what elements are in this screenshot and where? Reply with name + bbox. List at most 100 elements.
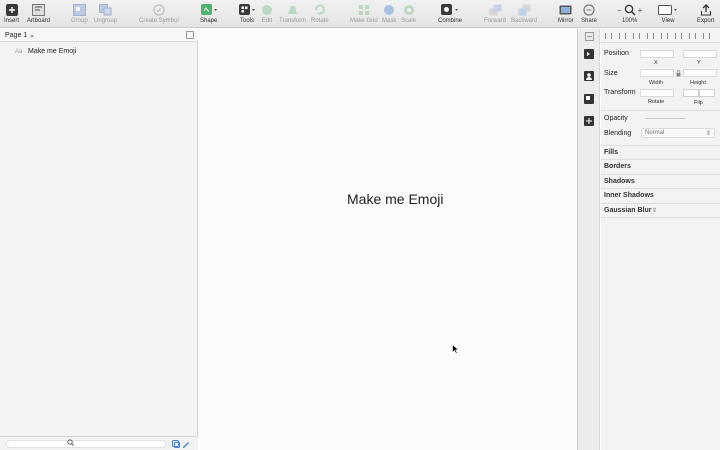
flip-vertical-button[interactable] (699, 89, 715, 97)
height-label: Height (690, 80, 706, 86)
opacity-label: Opacity (604, 115, 628, 122)
layers-panel: Page 1 ⌄ Aa Make me Emoji (0, 29, 198, 450)
artboard-label: Artboard (27, 18, 51, 24)
share-icon (583, 4, 595, 16)
align-top-icon[interactable] (661, 33, 668, 39)
inspector-tab-user[interactable] (583, 70, 595, 81)
rotate-label: Rotate (311, 18, 329, 24)
edit-label: Edit (261, 18, 273, 24)
forward-button[interactable]: Forward (484, 3, 506, 24)
mask-label: Mask (382, 18, 397, 24)
align-center-icon[interactable] (619, 33, 626, 39)
width-label: Width (649, 80, 664, 86)
layer-item[interactable]: Aa Make me Emoji (0, 46, 198, 57)
shape-icon (200, 4, 217, 15)
inspector-tab-layout[interactable] (583, 115, 595, 126)
width-input[interactable] (640, 69, 674, 77)
rotate-input[interactable] (640, 89, 674, 97)
blending-label: Blending (604, 130, 632, 137)
pages-toggle-button[interactable] (186, 31, 194, 39)
mirror-label: Mirror (558, 18, 574, 24)
tools-button[interactable]: Tools (239, 3, 255, 24)
x-label: X (654, 60, 658, 66)
make-grid-button[interactable]: Make Grid (350, 3, 378, 24)
layout-icon (584, 115, 594, 126)
edit-button[interactable]: Edit (261, 3, 273, 24)
fills-label: Fills (604, 149, 619, 156)
text-layer-icon: Aa (15, 48, 23, 55)
distribute-horizontal-icon[interactable] (647, 33, 654, 39)
rotate-button[interactable]: Rotate (311, 3, 329, 24)
position-x-input[interactable] (640, 50, 674, 58)
edit-filter-icon[interactable] (182, 440, 190, 450)
borders-section[interactable]: Borders (601, 159, 720, 173)
page-selector[interactable]: Page 1 ⌄ (5, 31, 35, 39)
inspector-tab-bar (577, 29, 600, 450)
insert-label: Insert (4, 18, 20, 24)
search-icon (67, 439, 74, 448)
fills-section[interactable]: Fills (601, 145, 720, 159)
distribute-vertical-icon[interactable] (703, 33, 710, 39)
backward-label: Backward (511, 18, 538, 24)
inspector-style-icon (584, 32, 594, 41)
inner-shadows-section[interactable]: Inner Shadows (601, 188, 720, 202)
blending-select[interactable]: Normal ⇕ (641, 128, 715, 138)
opacity-slider[interactable] (645, 118, 685, 119)
chevron-updown-icon: ⇕ (652, 208, 658, 214)
magnifier-icon (624, 4, 636, 16)
inspector-tab-style[interactable] (583, 31, 595, 42)
artboard-button[interactable]: Artboard (27, 3, 50, 24)
page-name: Page 1 (5, 32, 28, 39)
group-button[interactable]: Group (71, 3, 88, 24)
symbols-filter-icon[interactable] (172, 440, 180, 450)
align-left-icon[interactable] (605, 33, 612, 39)
insert-button[interactable]: Insert (4, 3, 19, 24)
canvas-text-layer[interactable]: Make me Emoji (347, 191, 443, 207)
align-middle-icon[interactable] (675, 33, 682, 39)
inspector-tab-library[interactable] (583, 93, 595, 104)
transform-button[interactable]: Transform (279, 3, 306, 24)
group-label: Group (71, 18, 88, 24)
align-bottom-icon[interactable] (689, 33, 696, 39)
flip-label: Flip (694, 100, 703, 106)
zoom-control[interactable]: − + 100% (617, 3, 642, 24)
inspector-tab-prototype[interactable] (583, 48, 595, 59)
align-right-icon[interactable] (633, 33, 640, 39)
ungroup-icon (99, 4, 112, 16)
flip-horizontal-button[interactable] (683, 89, 699, 97)
export-button[interactable]: Export (697, 3, 714, 24)
scale-label: Scale (401, 18, 417, 24)
divider (601, 110, 720, 111)
shape-button[interactable]: Shape (200, 3, 217, 24)
create-symbol-button[interactable]: Create Symbol (139, 3, 179, 24)
position-label: Position (604, 50, 629, 57)
layer-filter-input[interactable] (6, 439, 166, 448)
export-label: Export (697, 18, 715, 24)
position-y-input[interactable] (683, 50, 717, 58)
canvas[interactable]: Make me Emoji (199, 29, 576, 450)
ungroup-label: Ungroup (94, 18, 118, 24)
height-input[interactable] (683, 69, 717, 77)
view-button[interactable]: View (658, 3, 678, 24)
forward-label: Forward (484, 18, 507, 24)
mask-button[interactable]: Mask (382, 3, 396, 24)
rotate-label: Rotate (648, 99, 665, 105)
tools-icon (239, 4, 255, 15)
layer-name: Make me Emoji (28, 48, 77, 55)
zoom-in-button[interactable]: + (638, 6, 643, 15)
ungroup-button[interactable]: Ungroup (94, 3, 117, 24)
scale-button[interactable]: Scale (401, 3, 416, 24)
scale-icon (403, 5, 414, 15)
gaussian-blur-section[interactable]: Gaussian Blur ⇕ (601, 203, 720, 217)
mirror-button[interactable]: Mirror (558, 3, 574, 24)
lock-icon[interactable] (676, 70, 681, 79)
combine-button[interactable]: Combine (438, 3, 462, 24)
backward-button[interactable]: Backward (511, 3, 537, 24)
cursor-icon (452, 343, 460, 356)
share-button[interactable]: Share (581, 3, 597, 24)
mirror-icon (559, 5, 572, 15)
zoom-out-button[interactable]: − (617, 6, 622, 15)
plus-icon (5, 4, 18, 16)
shadows-section[interactable]: Shadows (601, 174, 720, 188)
chevron-down-icon: ⌄ (29, 32, 36, 39)
